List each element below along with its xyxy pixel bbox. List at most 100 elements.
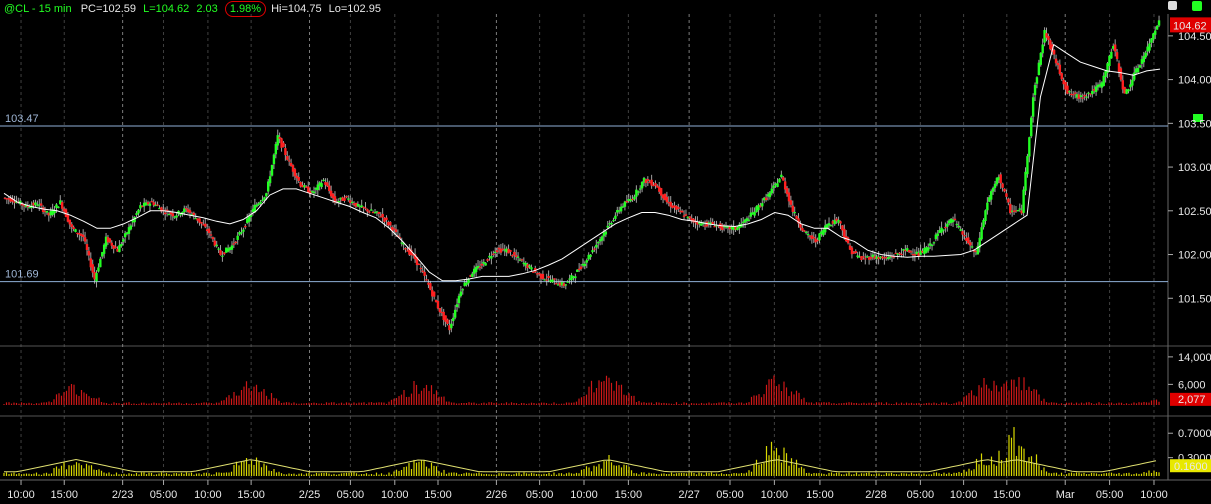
candle-body (108, 238, 112, 243)
candle-body (171, 213, 175, 217)
volume-last-tag-label: 2,077 (1178, 394, 1206, 406)
candle-body (453, 309, 457, 318)
candle-body (1073, 92, 1077, 94)
candle-body (637, 191, 640, 193)
candle-body (545, 279, 548, 281)
candle-body (593, 248, 596, 250)
candle-body (188, 210, 192, 213)
candle-body (1091, 90, 1094, 95)
candle-body (404, 248, 407, 250)
candle-body (801, 227, 804, 231)
price-tick-label: 102.50 (1178, 206, 1211, 218)
time-tick-label: 05:00 (716, 489, 744, 501)
time-tick-label: 10:00 (7, 489, 35, 501)
time-tick-label: 10:00 (950, 489, 978, 501)
candle-body (1024, 171, 1027, 191)
candle-body (789, 200, 793, 205)
candle-body (1066, 85, 1069, 94)
candle-body (1054, 58, 1058, 64)
indicator-last-tag-label: 0.1600 (1174, 461, 1208, 473)
candle-body (854, 251, 857, 253)
candle-body (364, 207, 367, 209)
indicator-tick-label: 0.7000 (1178, 428, 1211, 440)
candle-body (982, 219, 985, 228)
candle-body (1026, 156, 1029, 175)
candle-body (761, 203, 764, 207)
candle-body (555, 283, 558, 285)
candle-body (394, 229, 398, 233)
candle-body (425, 279, 428, 281)
candle-body (553, 278, 556, 280)
candle-body (215, 244, 218, 247)
candle-body (263, 197, 266, 200)
candle-body (343, 197, 346, 201)
candle-body (1144, 52, 1147, 58)
candle-body (528, 265, 531, 268)
candle-body (110, 242, 113, 246)
candle-body (421, 270, 424, 272)
time-tick-label: 05:00 (1096, 489, 1124, 501)
candle-body (623, 201, 627, 207)
candle-body (654, 183, 657, 186)
candle-body (1058, 64, 1062, 75)
price-level-label: 103.47 (5, 113, 39, 125)
candle-body (909, 251, 913, 253)
candle-body (1001, 183, 1004, 188)
candle-body (1133, 72, 1136, 80)
candle-body (312, 191, 316, 194)
candle-body (782, 177, 785, 181)
candle-body (635, 189, 638, 197)
candle-body (944, 226, 947, 229)
candle-body (574, 276, 577, 279)
time-tick-label: 10:00 (761, 489, 789, 501)
candle-body (452, 317, 455, 322)
time-tick-label: 2/26 (486, 489, 507, 501)
candle-body (163, 212, 167, 215)
candle-body (677, 207, 680, 209)
candle-body (1052, 50, 1056, 55)
candle-body (1127, 89, 1130, 92)
candle-body (486, 259, 489, 261)
candle-body (129, 225, 133, 230)
candle-body (209, 234, 213, 236)
candle-body (659, 188, 663, 196)
candle-body (328, 185, 331, 192)
candle-body (600, 236, 604, 241)
candle-body (1003, 188, 1006, 192)
candle-body (682, 215, 686, 217)
candle-body (95, 273, 98, 282)
volume-tick-label: 6,000 (1178, 379, 1206, 391)
candle-body (1083, 94, 1086, 97)
indicator-average-line (4, 458, 1157, 473)
candle-body (244, 225, 247, 228)
time-tick-label: 2/27 (678, 489, 699, 501)
candle-body (432, 291, 436, 297)
time-tick-label: 2/25 (299, 489, 320, 501)
candle-body (688, 216, 691, 219)
candle-body (450, 323, 453, 329)
candle-body (356, 204, 360, 207)
candle-body (240, 232, 243, 234)
candle-body (377, 211, 381, 214)
price-chart[interactable]: 103.47 101.69 104.50 104.00 103.50 103.00 102.… (0, 0, 1211, 504)
candle-body (772, 185, 775, 189)
candle-body (1028, 137, 1031, 157)
candle-body (179, 213, 182, 216)
candle-body (436, 300, 440, 309)
candle-body (955, 223, 959, 226)
time-tick-label: 15:00 (806, 489, 834, 501)
price-tick-label: 103.00 (1178, 162, 1211, 174)
candle-body (1022, 189, 1025, 213)
candle-body (1113, 44, 1117, 52)
candle-body (286, 156, 289, 160)
candle-body (207, 228, 211, 234)
candle-body (70, 224, 73, 228)
candle-body (57, 206, 60, 209)
candle-body (265, 193, 268, 197)
candle-body (97, 267, 100, 272)
candle-body (83, 237, 87, 242)
candle-body (665, 196, 669, 203)
candle-body (583, 263, 587, 267)
candle-body (597, 242, 600, 244)
candle-body (45, 210, 49, 213)
